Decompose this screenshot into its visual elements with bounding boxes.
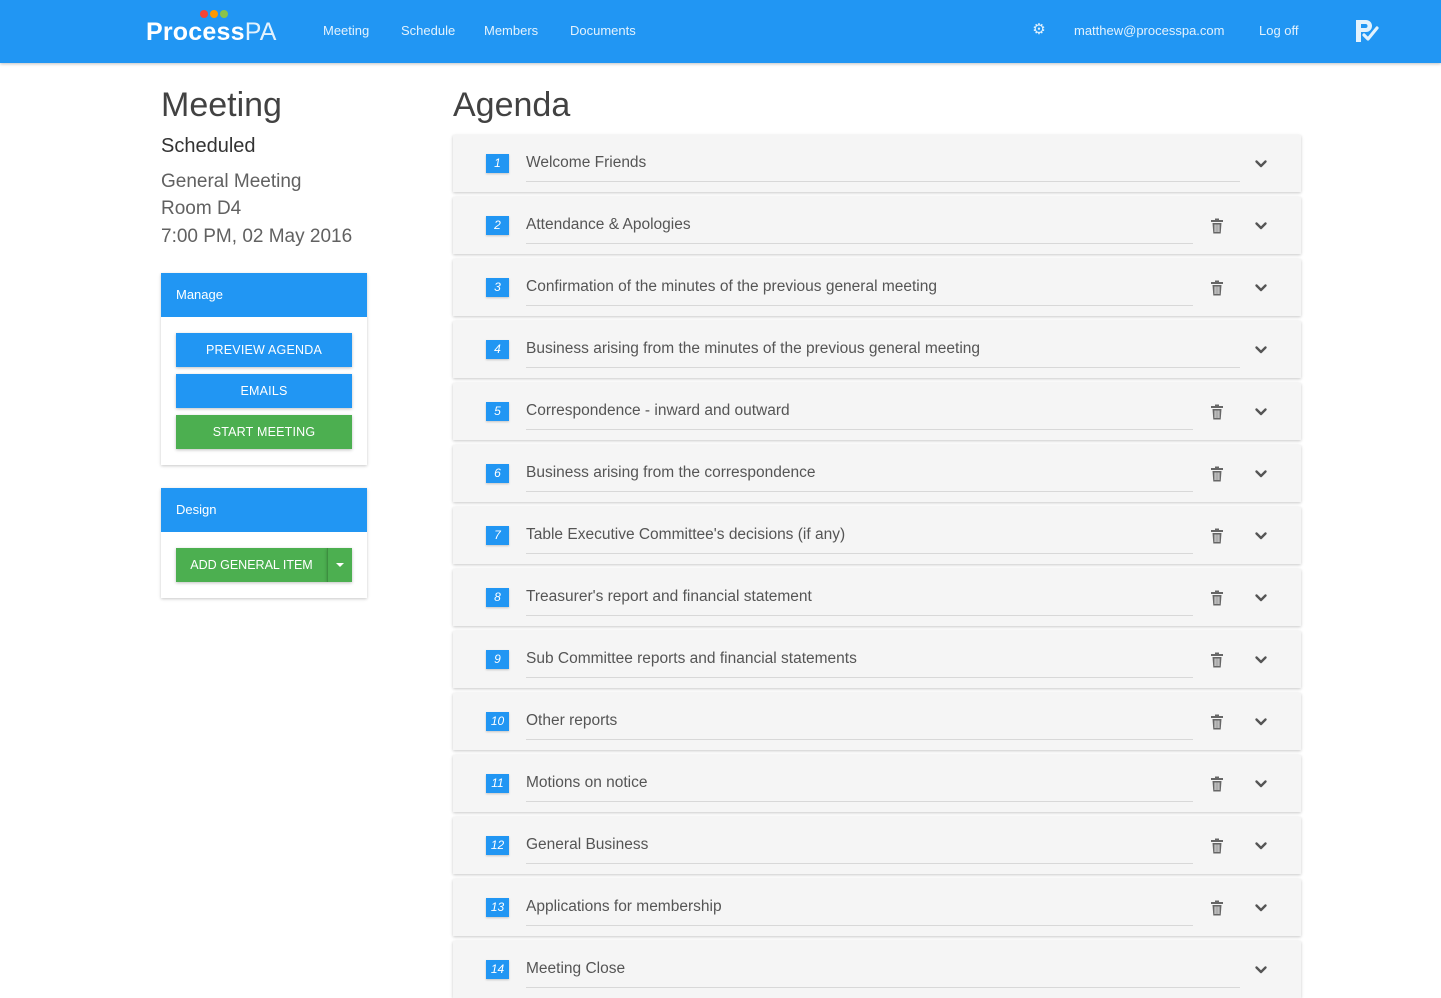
agenda-item-title[interactable]: Other reports — [526, 711, 1193, 740]
trash-icon[interactable] — [1210, 776, 1224, 792]
chevron-down-icon[interactable] — [1254, 777, 1268, 791]
agenda-item-number: 3 — [486, 278, 509, 297]
design-panel: Design ADD GENERAL ITEM — [161, 488, 367, 598]
agenda-item-title[interactable]: Confirmation of the minutes of the previ… — [526, 277, 1193, 306]
trash-icon[interactable] — [1210, 652, 1224, 668]
trash-icon[interactable] — [1210, 838, 1224, 854]
agenda-item-number: 5 — [486, 402, 509, 421]
agenda-item-title[interactable]: Correspondence - inward and outward — [526, 401, 1193, 430]
agenda-item-number: 14 — [486, 960, 509, 979]
manage-panel: Manage PREVIEW AGENDA EMAILS START MEETI… — [161, 273, 367, 465]
brand-dot-green — [220, 10, 228, 18]
agenda-item-number: 6 — [486, 464, 509, 483]
chevron-down-icon[interactable] — [1254, 467, 1268, 481]
caret-down-icon[interactable] — [327, 548, 352, 582]
chevron-down-icon[interactable] — [1254, 343, 1268, 357]
agenda-item-title[interactable]: Table Executive Committee's decisions (i… — [526, 525, 1193, 554]
chevron-down-icon[interactable] — [1254, 157, 1268, 171]
agenda-item-number: 9 — [486, 650, 509, 669]
agenda-item[interactable]: 1 Welcome Friends — [453, 135, 1301, 192]
nav-link-schedule[interactable]: Schedule — [401, 23, 455, 38]
brand-wordmark: ProcessPA — [146, 18, 277, 47]
user-email-link[interactable]: matthew@processpa.com — [1074, 23, 1224, 38]
agenda-item[interactable]: 11 Motions on notice — [453, 755, 1301, 812]
brand-bold: Process — [146, 18, 245, 46]
trash-icon[interactable] — [1210, 218, 1224, 234]
chevron-down-icon[interactable] — [1254, 219, 1268, 233]
agenda-item-number: 7 — [486, 526, 509, 545]
trash-icon[interactable] — [1210, 900, 1224, 916]
agenda-item-number: 11 — [486, 774, 509, 793]
agenda-item[interactable]: 6 Business arising from the correspondenc… — [453, 445, 1301, 502]
chevron-down-icon[interactable] — [1254, 839, 1268, 853]
agenda-item-title[interactable]: Applications for membership — [526, 897, 1193, 926]
agenda-item-title[interactable]: Business arising from the minutes of the… — [526, 339, 1240, 368]
agenda-item-title[interactable]: General Business — [526, 835, 1193, 864]
meeting-datetime: 7:00 PM, 02 May 2016 — [161, 226, 353, 247]
agenda-item[interactable]: 8 Treasurer's report and financial statem… — [453, 569, 1301, 626]
logout-link[interactable]: Log off — [1259, 23, 1299, 38]
chevron-down-icon[interactable] — [1254, 281, 1268, 295]
brand-dot-orange — [210, 10, 218, 18]
design-panel-heading: Design — [161, 488, 367, 532]
chevron-down-icon[interactable] — [1254, 405, 1268, 419]
trash-icon[interactable] — [1210, 404, 1224, 420]
agenda-item[interactable]: 2 Attendance & Apologies — [453, 197, 1301, 254]
agenda-item-number: 12 — [486, 836, 509, 855]
agenda-item-title[interactable]: Motions on notice — [526, 773, 1193, 802]
start-meeting-button[interactable]: START MEETING — [176, 415, 352, 449]
nav-link-members[interactable]: Members — [484, 23, 538, 38]
agenda-item[interactable]: 13 Applications for membership — [453, 879, 1301, 936]
agenda-item-title[interactable]: Treasurer's report and financial stateme… — [526, 587, 1193, 616]
agenda-item-title[interactable]: Attendance & Apologies — [526, 215, 1193, 244]
add-general-item-button[interactable]: ADD GENERAL ITEM — [176, 548, 327, 582]
agenda-item[interactable]: 5 Correspondence - inward and outward — [453, 383, 1301, 440]
chevron-down-icon[interactable] — [1254, 963, 1268, 977]
chevron-down-icon[interactable] — [1254, 901, 1268, 915]
agenda-item-number: 1 — [486, 154, 509, 173]
gear-icon[interactable]: ⚙ — [1031, 22, 1047, 38]
brand-logo[interactable]: ProcessPA — [146, 10, 296, 50]
preview-agenda-button[interactable]: PREVIEW AGENDA — [176, 333, 352, 367]
meeting-location: Room D4 — [161, 198, 242, 219]
manage-panel-heading: Manage — [161, 273, 367, 317]
agenda-item-number: 2 — [486, 216, 509, 235]
agenda-item[interactable]: 9 Sub Committee reports and financial sta… — [453, 631, 1301, 688]
agenda-item[interactable]: 3 Confirmation of the minutes of the prev… — [453, 259, 1301, 316]
agenda-item-title[interactable]: Welcome Friends — [526, 153, 1240, 182]
top-navbar: ProcessPA Meeting Schedule Members Docum… — [0, 0, 1441, 63]
chevron-down-icon[interactable] — [1254, 653, 1268, 667]
trash-icon[interactable] — [1210, 280, 1224, 296]
agenda-item-number: 10 — [486, 712, 509, 731]
agenda-item[interactable]: 14 Meeting Close — [453, 941, 1301, 998]
brand-light: PA — [244, 18, 277, 46]
agenda-item-number: 13 — [486, 898, 509, 917]
trash-icon[interactable] — [1210, 714, 1224, 730]
brand-dots — [200, 10, 228, 18]
agenda-item[interactable]: 4 Business arising from the minutes of th… — [453, 321, 1301, 378]
agenda-item-number: 4 — [486, 340, 509, 359]
chevron-down-icon[interactable] — [1254, 529, 1268, 543]
trash-icon[interactable] — [1210, 466, 1224, 482]
agenda-item-number: 8 — [486, 588, 509, 607]
emails-button[interactable]: EMAILS — [176, 374, 352, 408]
agenda-item[interactable]: 7 Table Executive Committee's decisions (… — [453, 507, 1301, 564]
agenda-item-title[interactable]: Business arising from the correspondence — [526, 463, 1193, 492]
agenda-item[interactable]: 10 Other reports — [453, 693, 1301, 750]
meeting-status: Scheduled — [161, 135, 256, 157]
nav-link-documents[interactable]: Documents — [570, 23, 636, 38]
agenda-item[interactable]: 12 General Business — [453, 817, 1301, 874]
chevron-down-icon[interactable] — [1254, 715, 1268, 729]
trash-icon[interactable] — [1210, 590, 1224, 606]
chevron-down-icon[interactable] — [1254, 591, 1268, 605]
nav-link-meeting[interactable]: Meeting — [323, 23, 369, 38]
page-title: Meeting — [161, 86, 282, 124]
agenda-item-title[interactable]: Sub Committee reports and financial stat… — [526, 649, 1193, 678]
agenda-item-title[interactable]: Meeting Close — [526, 959, 1240, 988]
agenda-title: Agenda — [453, 86, 571, 124]
meeting-type: General Meeting — [161, 171, 302, 192]
trash-icon[interactable] — [1210, 528, 1224, 544]
brand-dot-red — [200, 10, 208, 18]
processpa-logo-icon[interactable] — [1353, 18, 1379, 44]
